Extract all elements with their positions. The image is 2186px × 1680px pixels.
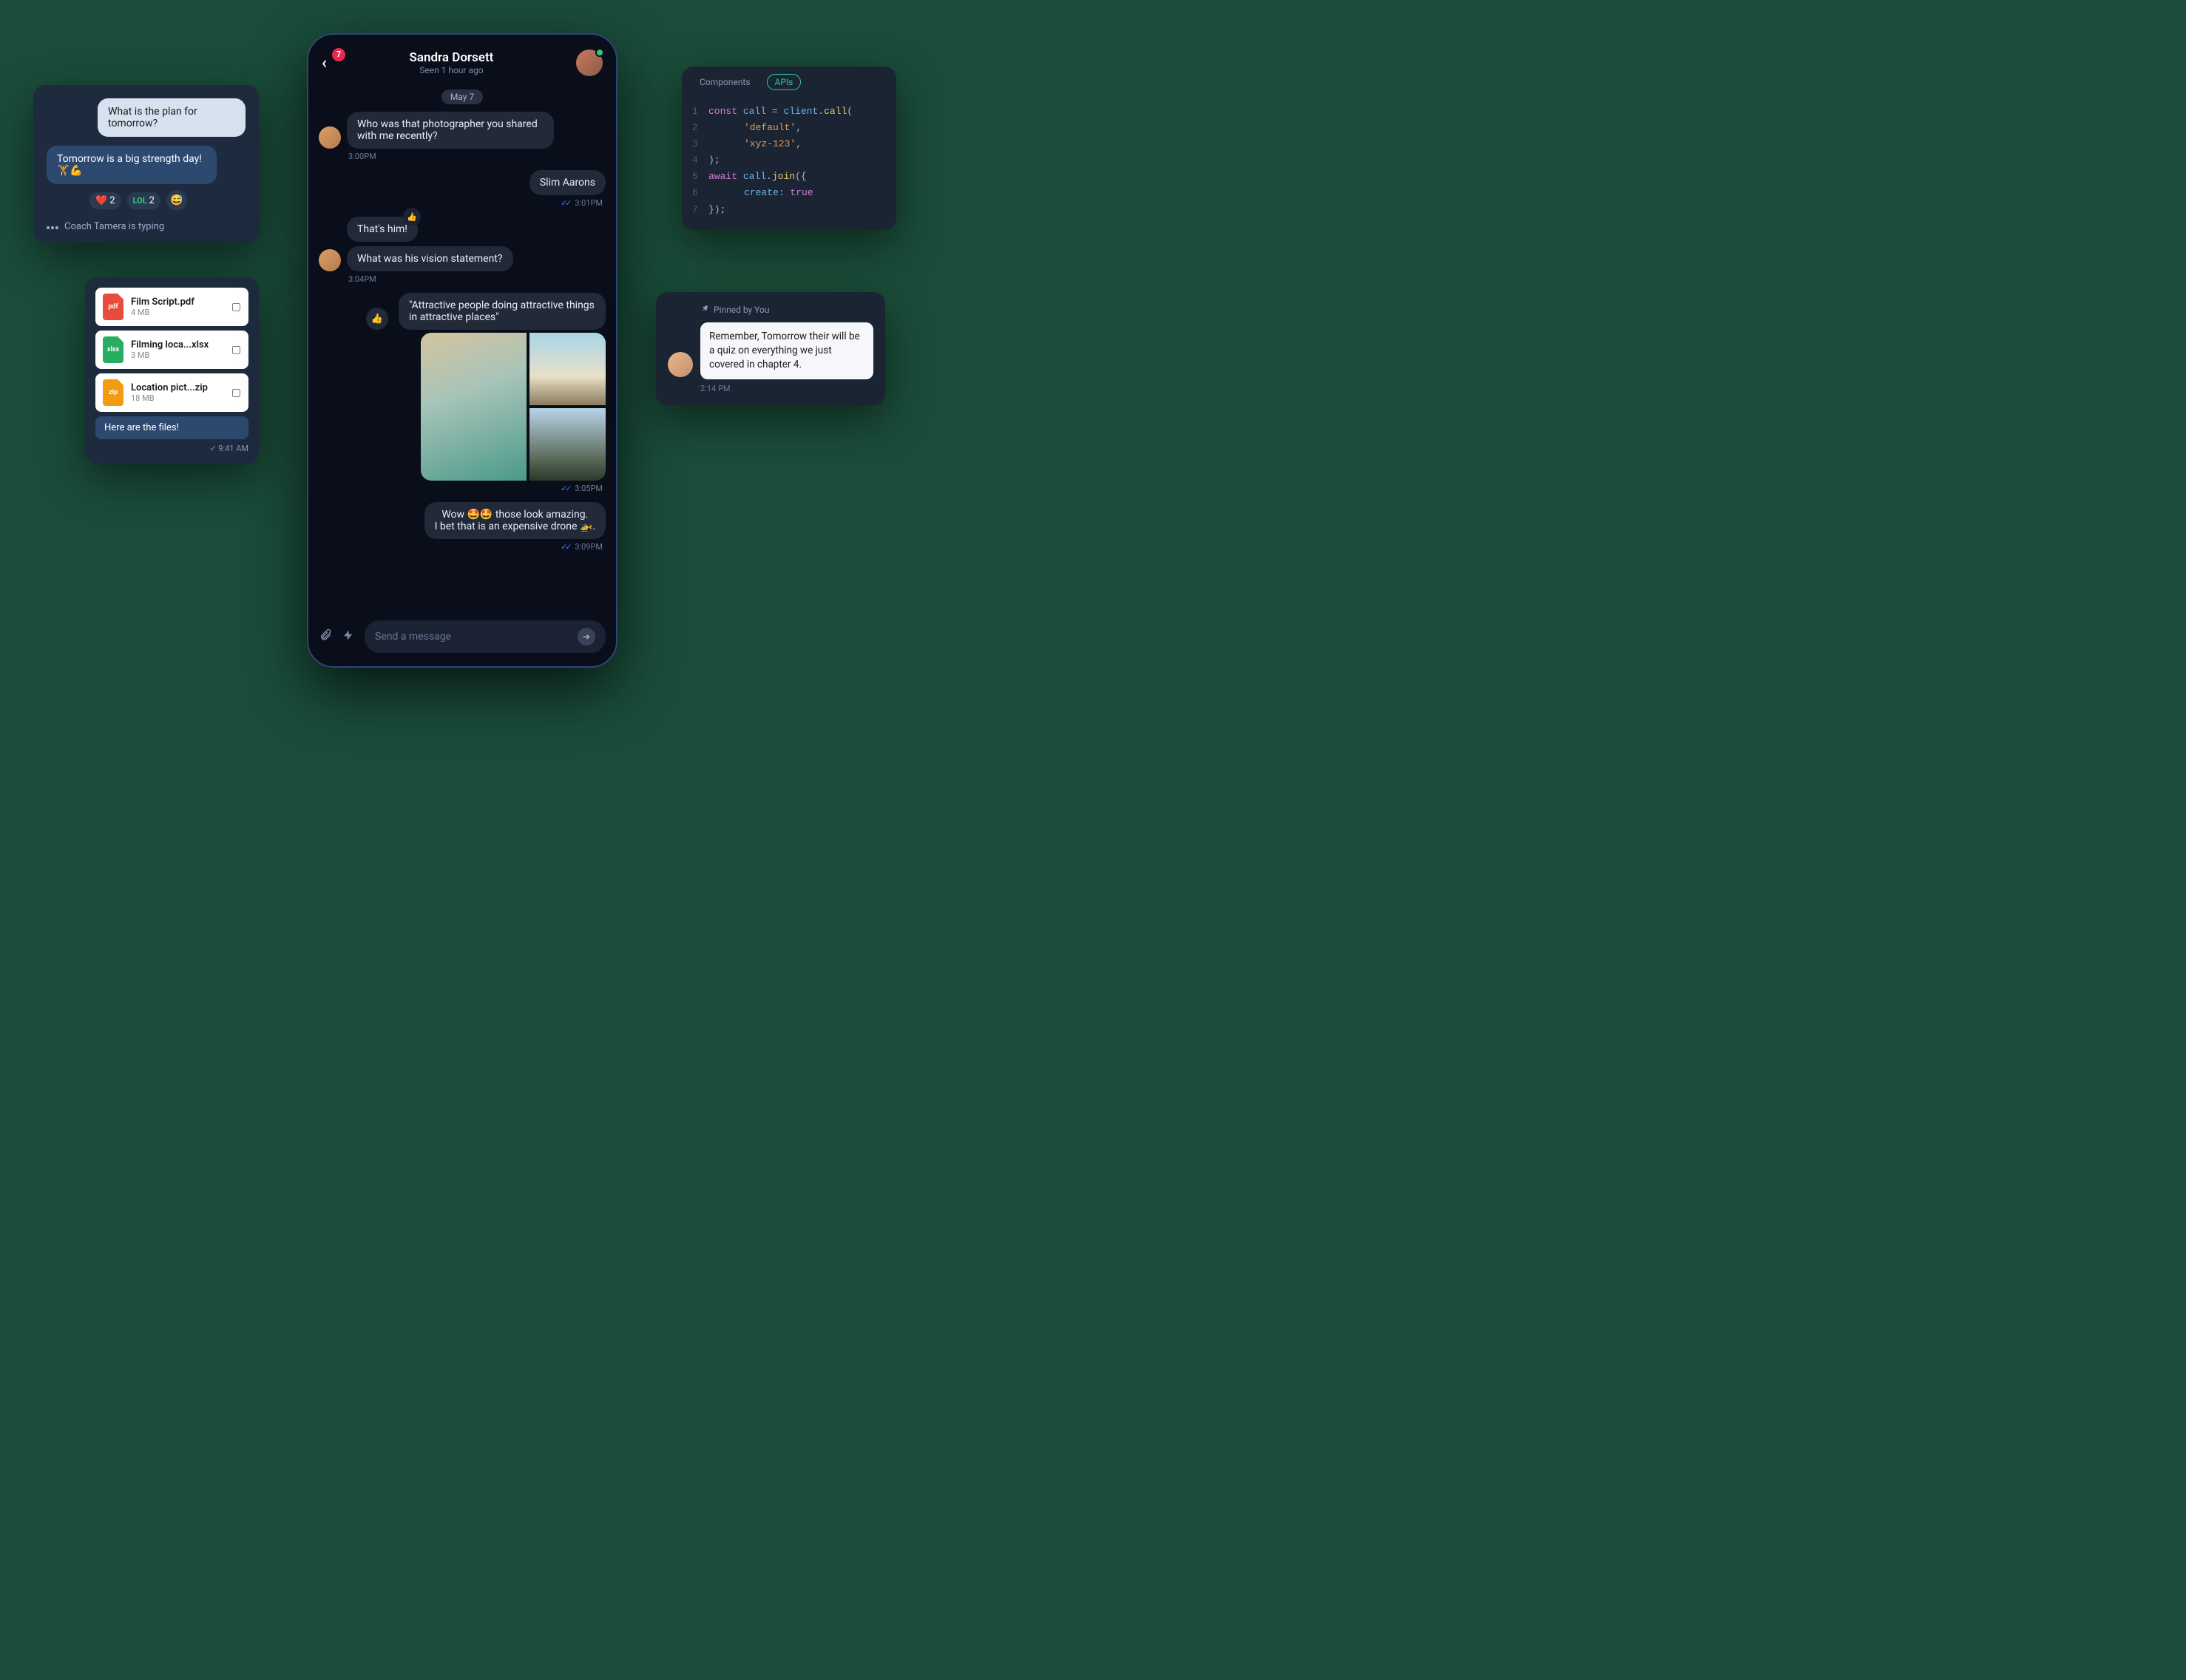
code-body: 1const call = client.call( 2'default', 3… (682, 98, 896, 230)
message-sent[interactable]: Wow 🤩🤩 those look amazing. I bet that is… (319, 502, 606, 539)
reactions-row: ❤️ 2 LOL 2 😅 (89, 190, 246, 211)
code-line: 7}); (692, 202, 886, 218)
reaction-heart[interactable]: ❤️ 2 (89, 192, 121, 209)
code-line: 5await call.join({ (692, 169, 886, 185)
message-received[interactable]: What was his vision statement? (319, 246, 606, 271)
attachment-icon[interactable] (319, 629, 332, 646)
message-bubble: That's him! 👍 (347, 217, 418, 242)
phone-chat-screen: ‹ 7 Sandra Dorsett Seen 1 hour ago May 7… (307, 33, 617, 668)
messages-scroll[interactable]: May 7 Who was that photographer you shar… (308, 85, 616, 612)
message-bubble: What was his vision statement? (347, 246, 513, 271)
message-bubble: Wow 🤩🤩 those look amazing. I bet that is… (424, 502, 606, 539)
message-bubble: "Attractive people doing attractive thin… (399, 293, 606, 330)
code-tabs: Components APIs (682, 67, 896, 98)
typing-indicator: Coach Tamera is typing (47, 221, 246, 232)
message-time: 3:00PM (348, 152, 606, 161)
message-time: ✓✓ 3:01PM (319, 198, 603, 208)
double-check-icon: ✓✓ (561, 484, 569, 493)
double-check-icon: ✓✓ (561, 542, 569, 552)
pinned-header: Pinned by You (700, 304, 873, 315)
contact-avatar[interactable] (576, 50, 603, 76)
typing-dots-icon (47, 221, 60, 232)
chevron-left-icon: ‹ (322, 54, 327, 72)
files-caption: Here are the files! (95, 416, 248, 439)
message-bubble: Slim Aarons (529, 170, 606, 195)
reaction-lol[interactable]: LOL 2 (127, 192, 160, 209)
message-time: ✓✓ 3:09PM (319, 542, 603, 552)
unread-badge: 7 (332, 48, 345, 61)
code-line: 3'xyz-123', (692, 136, 886, 152)
check-icon: ✓ (209, 444, 216, 453)
tab-apis[interactable]: APIs (767, 74, 802, 90)
tab-components[interactable]: Components (692, 75, 758, 89)
code-line: 2'default', (692, 120, 886, 136)
message-sent[interactable]: Slim Aarons (319, 170, 606, 195)
back-button[interactable]: ‹ 7 (322, 54, 327, 72)
coach-chat-card: What is the plan for tomorrow? Tomorrow … (33, 85, 259, 243)
folder-open-icon[interactable]: ▢ (231, 387, 241, 399)
lightning-icon[interactable] (342, 629, 354, 645)
code-line: 1const call = client.call( (692, 104, 886, 120)
pdf-file-icon: pdf (103, 294, 123, 320)
code-snippet-card: Components APIs 1const call = client.cal… (682, 67, 896, 230)
send-button[interactable]: ➔ (578, 628, 595, 646)
message-composer: Send a message ➔ (308, 612, 616, 666)
attached-image[interactable] (529, 408, 606, 481)
sender-avatar (319, 249, 341, 271)
message-received[interactable]: That's him! 👍 (319, 217, 606, 242)
double-check-icon: ✓✓ (561, 198, 569, 208)
date-separator: May 7 (441, 89, 483, 104)
contact-name[interactable]: Sandra Dorsett (409, 50, 493, 65)
arrow-right-icon: ➔ (583, 631, 590, 642)
files-card: pdf Film Script.pdf 4 MB ▢ xlsx Filming … (85, 277, 259, 464)
attached-image[interactable] (421, 333, 527, 481)
folder-open-icon[interactable]: ▢ (231, 301, 241, 313)
pinned-timestamp: 2:14 PM (700, 384, 873, 393)
file-name: Location pict...zip (131, 382, 224, 393)
file-row[interactable]: pdf Film Script.pdf 4 MB ▢ (95, 288, 248, 326)
pinned-avatar (668, 352, 693, 377)
file-name: Filming loca...xlsx (131, 339, 224, 350)
file-size: 18 MB (131, 393, 224, 403)
heart-icon: ❤️ (95, 195, 107, 206)
outgoing-message: Tomorrow is a big strength day! 🏋️💪 (47, 146, 217, 184)
files-timestamp: ✓ 9:41 AM (95, 444, 248, 453)
pinned-message-text: Remember, Tomorrow their will be a quiz … (700, 322, 873, 379)
message-time: 3:04PM (348, 274, 606, 284)
file-size: 4 MB (131, 308, 224, 317)
xlsx-file-icon: xlsx (103, 336, 123, 363)
incoming-message: What is the plan for tomorrow? (98, 98, 246, 137)
presence-online-icon (595, 48, 604, 57)
file-name: Film Script.pdf (131, 297, 224, 308)
pin-icon (700, 304, 709, 315)
input-placeholder: Send a message (375, 631, 451, 643)
lol-icon: LOL (133, 196, 147, 206)
message-bubble: Who was that photographer you shared wit… (347, 112, 554, 149)
last-seen: Seen 1 hour ago (409, 65, 493, 75)
pinned-message-card: Pinned by You Remember, Tomorrow their w… (656, 292, 885, 405)
attached-image[interactable] (529, 333, 606, 405)
message-time: ✓✓ 3:05PM (319, 484, 603, 493)
message-received[interactable]: Who was that photographer you shared wit… (319, 112, 606, 149)
code-line: 6create: true (692, 185, 886, 201)
file-size: 3 MB (131, 350, 224, 360)
message-input[interactable]: Send a message ➔ (365, 620, 606, 653)
folder-open-icon[interactable]: ▢ (231, 344, 241, 356)
zip-file-icon: zip (103, 379, 123, 406)
file-row[interactable]: zip Location pict...zip 18 MB ▢ (95, 373, 248, 412)
sender-avatar (319, 126, 341, 149)
image-attachment-grid[interactable] (421, 333, 606, 481)
code-line: 4); (692, 152, 886, 169)
thumbs-up-reaction-icon[interactable]: 👍 (403, 208, 421, 226)
chat-header: ‹ 7 Sandra Dorsett Seen 1 hour ago (308, 35, 616, 85)
reaction-add[interactable]: 😅 (166, 190, 187, 211)
thumbs-up-icon[interactable]: 👍 (366, 308, 388, 330)
file-row[interactable]: xlsx Filming loca...xlsx 3 MB ▢ (95, 331, 248, 369)
message-sent[interactable]: 👍 "Attractive people doing attractive th… (319, 293, 606, 330)
